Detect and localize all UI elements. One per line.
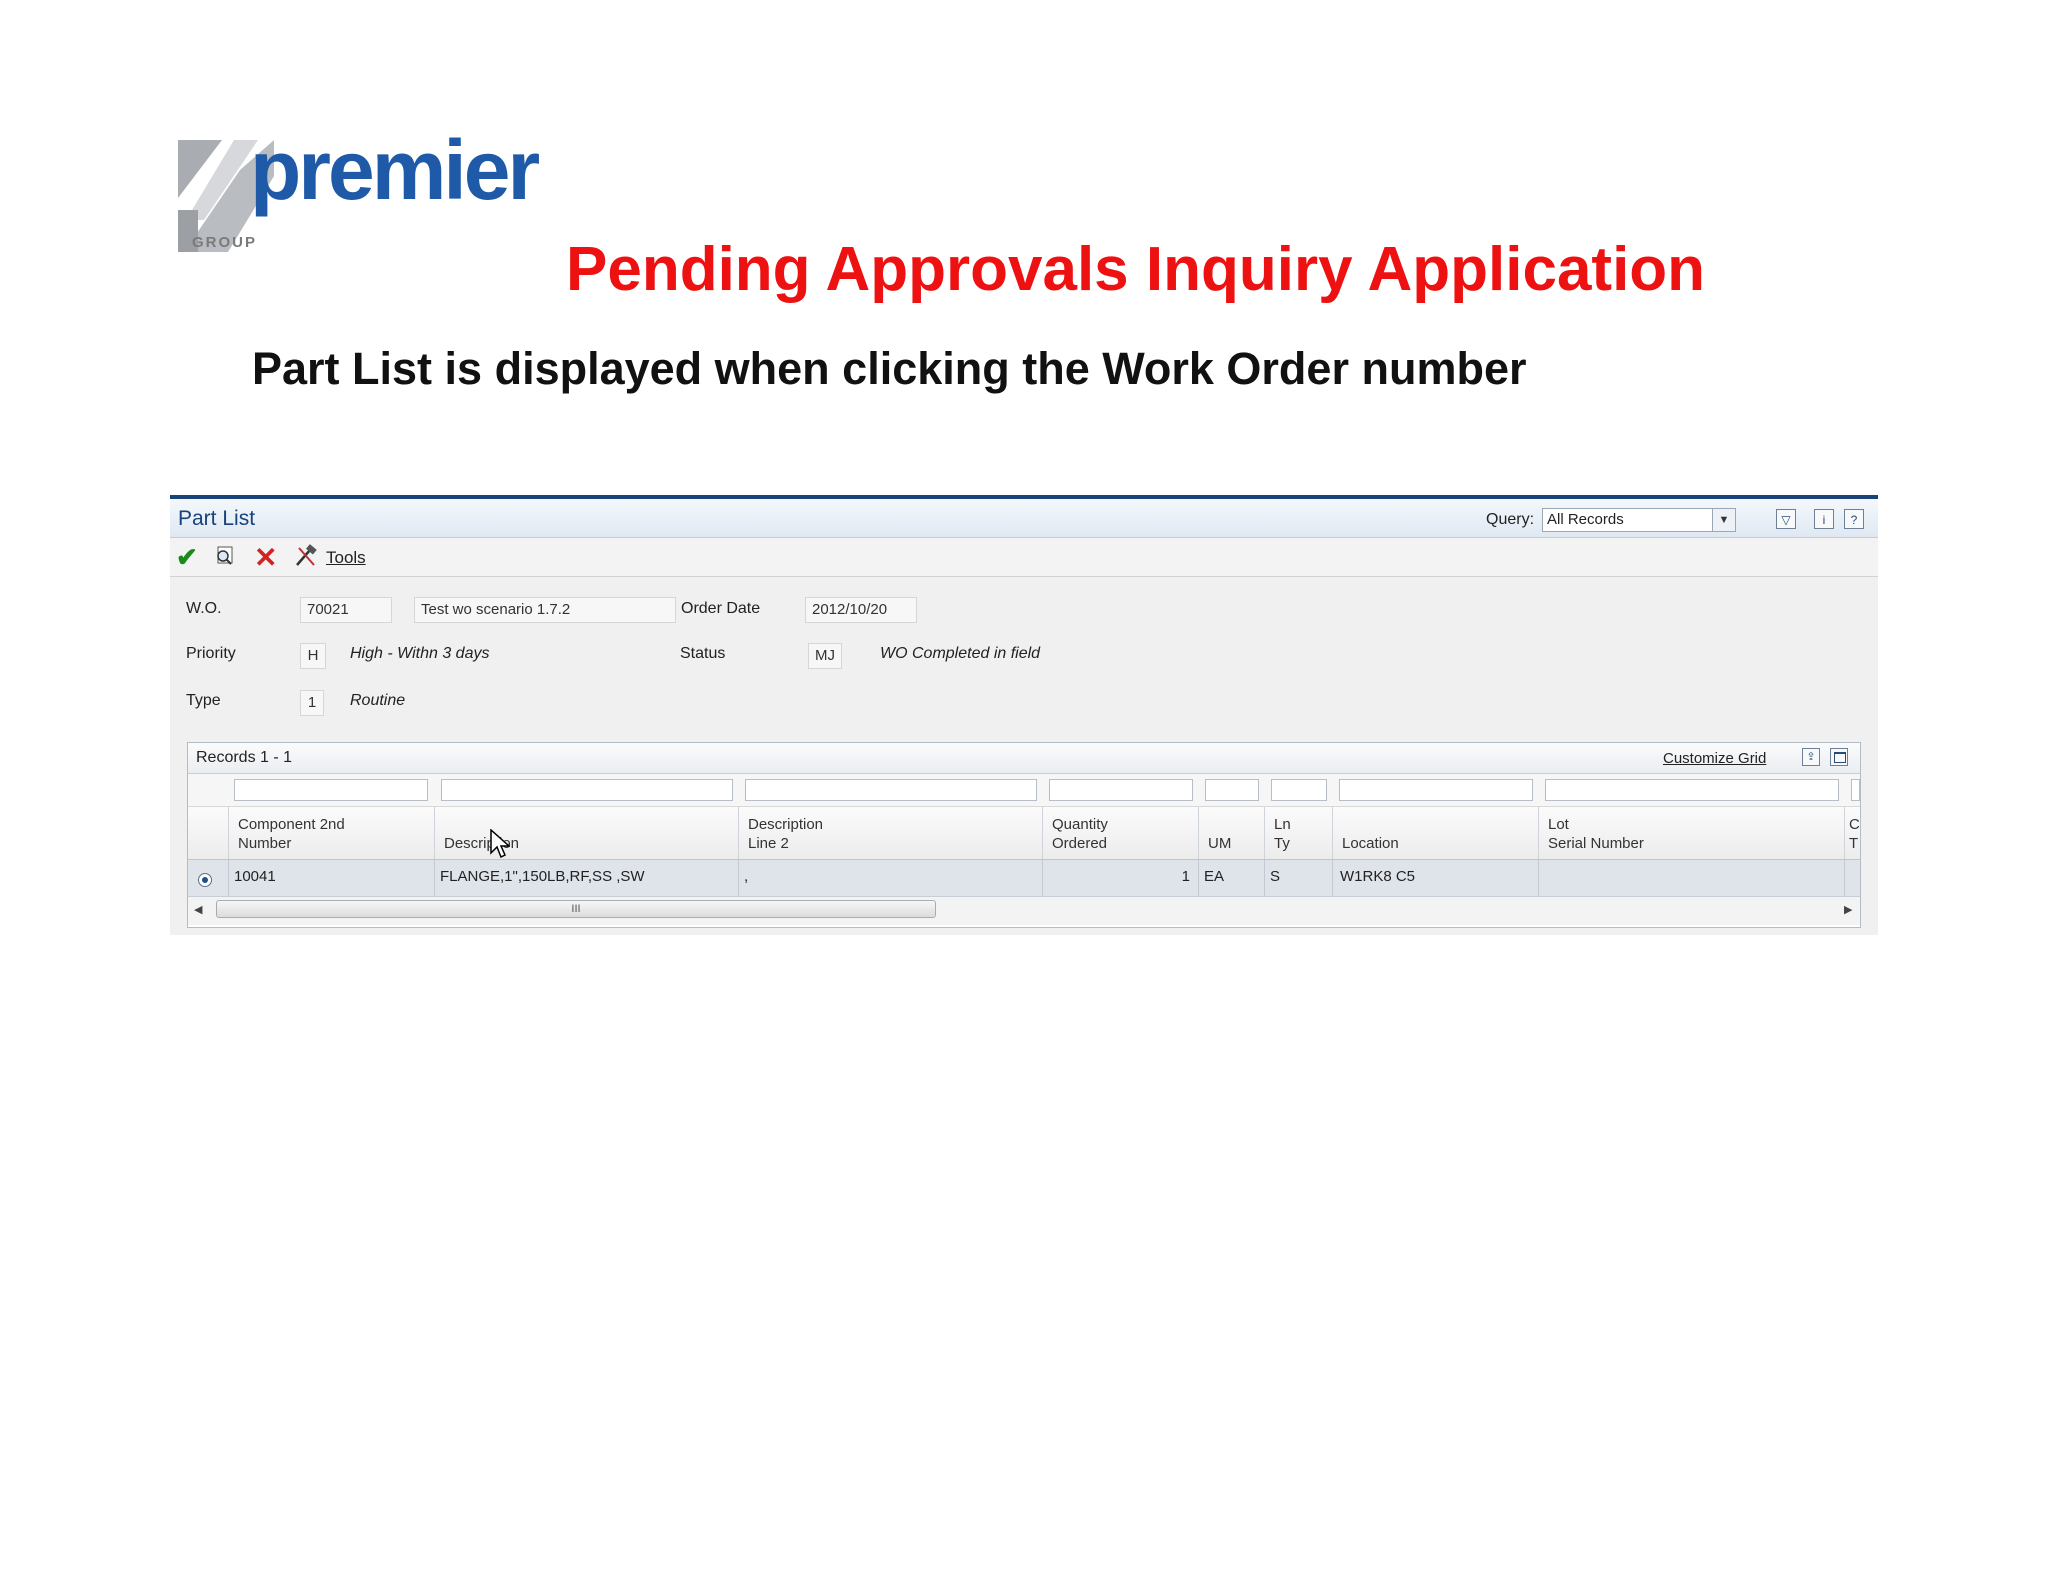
type-code-field: 1 [300, 690, 324, 716]
column-header-component[interactable]: Component 2nd Number [238, 815, 345, 853]
logo-subtext: GROUP [192, 234, 258, 251]
priority-label: Priority [186, 645, 236, 662]
qbe-input-description-2[interactable] [745, 779, 1037, 801]
status-code-field: MJ [808, 643, 842, 669]
column-header-ln-ty[interactable]: Ln Ty [1274, 815, 1291, 853]
cell-description-2: , [744, 868, 749, 885]
query-selected-value: All Records [1547, 511, 1624, 528]
status-label: Status [680, 645, 726, 662]
cell-component-number[interactable]: 10041 [234, 868, 276, 885]
toolbar: ✔ ✕ Tools [170, 538, 1878, 577]
column-header-quantity[interactable]: Quantity Ordered [1052, 815, 1108, 853]
qbe-input-location[interactable] [1339, 779, 1533, 801]
export-icon[interactable]: ⇪ [1802, 748, 1820, 766]
qbe-input-um[interactable] [1205, 779, 1259, 801]
type-description: Routine [350, 692, 406, 709]
column-header-lot-serial[interactable]: Lot Serial Number [1548, 815, 1644, 853]
cell-location: W1RK8 C5 [1340, 868, 1416, 885]
column-header-location[interactable]: Location [1342, 815, 1399, 853]
order-date-field: 2012/10/20 [805, 597, 917, 623]
slide-subtitle: Part List is displayed when clicking the… [252, 343, 1527, 394]
cell-description: FLANGE,1",150LB,RF,SS ,SW [440, 868, 645, 885]
wo-number-field: 70021 [300, 597, 392, 623]
type-label: Type [186, 692, 221, 709]
maximize-icon[interactable] [1830, 748, 1848, 766]
scrollbar-thumb[interactable]: III [216, 900, 936, 918]
form-title: Part List [178, 507, 256, 530]
column-header-description-2[interactable]: Description Line 2 [748, 815, 823, 853]
tools-icon[interactable] [294, 544, 318, 568]
slide-title: Pending Approvals Inquiry Application [566, 235, 1706, 304]
query-select[interactable]: All Records ▼ [1542, 508, 1736, 532]
wo-label: W.O. [186, 600, 222, 617]
order-date-label: Order Date [681, 600, 761, 617]
filter-icon[interactable]: ▽ [1776, 509, 1796, 529]
cancel-x-icon[interactable]: ✕ [254, 541, 277, 574]
info-icon[interactable]: i [1814, 509, 1834, 529]
form-header: Part List Query: All Records ▼ ▽ i ? [170, 499, 1878, 538]
records-count: Records 1 - 1 [196, 749, 293, 766]
cell-ln-ty: S [1270, 868, 1281, 885]
qbe-input-component[interactable] [234, 779, 428, 801]
part-list-grid: Records 1 - 1 Customize Grid ⇪ Component… [187, 742, 1861, 928]
mouse-cursor-icon [490, 829, 510, 859]
qbe-input-lot[interactable] [1545, 779, 1839, 801]
cell-um: EA [1204, 868, 1225, 885]
qbe-input-overflow[interactable] [1851, 779, 1860, 801]
status-description: WO Completed in field [880, 645, 1041, 662]
scroll-right-icon[interactable]: ▶ [1844, 903, 1852, 916]
horizontal-scrollbar[interactable]: ◀ III ▶ [188, 897, 1860, 925]
row-select-radio[interactable] [198, 873, 212, 887]
query-label: Query: [1486, 511, 1535, 528]
column-header-overflow[interactable]: CT [1849, 815, 1859, 853]
query-by-example-row [188, 774, 1860, 807]
qbe-input-ln-ty[interactable] [1271, 779, 1327, 801]
column-header-um[interactable]: UM [1208, 815, 1231, 853]
help-icon[interactable]: ? [1844, 509, 1864, 529]
grid-header-row: Component 2nd Number Description Descript… [188, 807, 1860, 860]
priority-code-field: H [300, 643, 326, 669]
wo-description-field: Test wo scenario 1.7.2 [414, 597, 676, 623]
customize-grid-link[interactable]: Customize Grid [1663, 750, 1766, 767]
grid-toolbar: Records 1 - 1 Customize Grid ⇪ [188, 743, 1860, 774]
ok-checkmark-icon[interactable]: ✔ [176, 542, 198, 573]
logo-wordmark: premier [250, 123, 540, 217]
cell-quantity: 1 [1181, 868, 1190, 885]
qbe-input-quantity[interactable] [1049, 779, 1193, 801]
priority-description: High - Withn 3 days [350, 645, 490, 662]
scroll-left-icon[interactable]: ◀ [194, 903, 202, 916]
find-icon[interactable] [214, 546, 236, 566]
table-row[interactable]: 10041 FLANGE,1",150LB,RF,SS ,SW , 1 EA S… [188, 860, 1860, 897]
tools-menu[interactable]: Tools [326, 548, 366, 568]
part-list-window: Part List Query: All Records ▼ ▽ i ? ✔ ✕… [170, 495, 1878, 935]
qbe-input-description[interactable] [441, 779, 733, 801]
chevron-down-icon[interactable]: ▼ [1712, 509, 1735, 531]
